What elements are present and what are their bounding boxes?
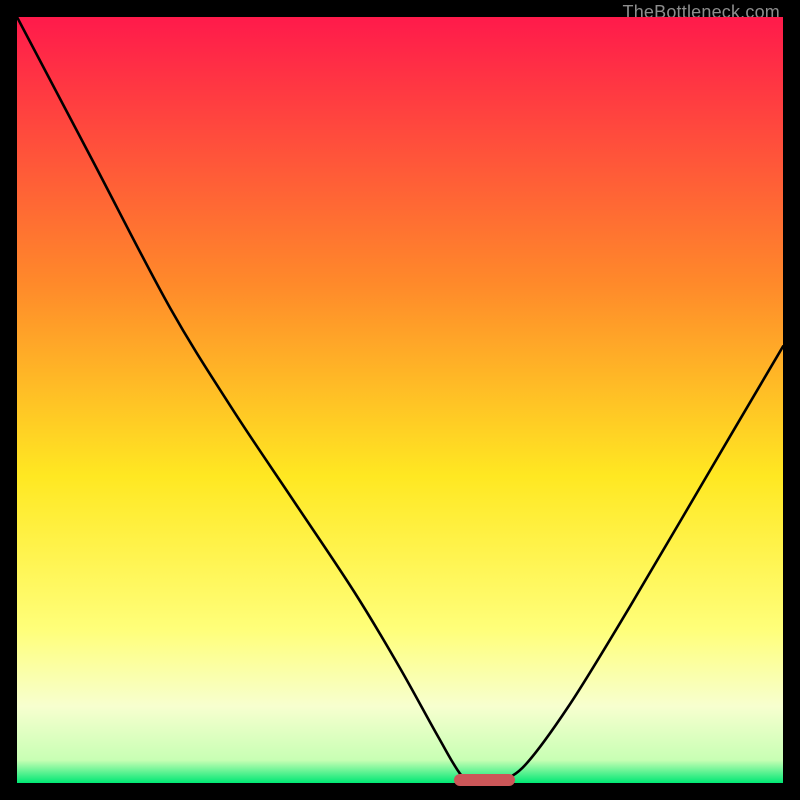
chart-frame: TheBottleneck.com bbox=[0, 0, 800, 800]
optimal-range-marker bbox=[454, 774, 515, 786]
plot-area bbox=[17, 17, 783, 783]
bottleneck-curve bbox=[17, 17, 783, 783]
